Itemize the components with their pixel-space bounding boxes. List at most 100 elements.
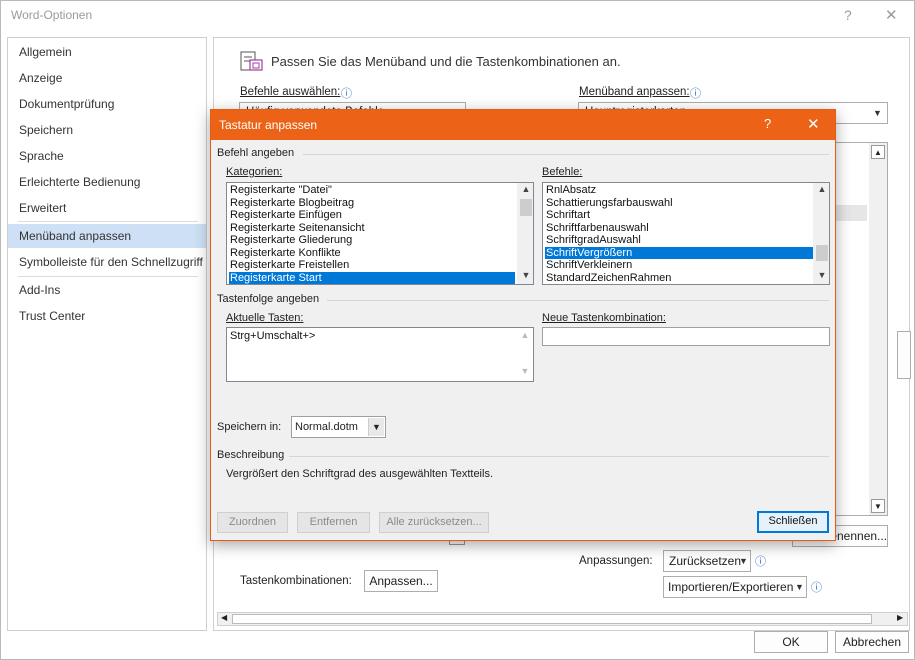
scroll-left-arrow[interactable]: ◀ (221, 613, 227, 622)
sidebar-item-menueband-anpassen[interactable]: Menüband anpassen (8, 224, 206, 248)
list-item[interactable]: SchriftVerkleinern (545, 259, 813, 272)
info-icon[interactable]: ⓘ (755, 553, 766, 569)
scroll-thumb[interactable] (816, 245, 828, 261)
scroll-right-arrow[interactable]: ▶ (897, 613, 903, 622)
save-in-dropdown[interactable]: Normal.dotm ▼ (291, 416, 386, 438)
save-in-label: Speichern in: (217, 421, 282, 433)
scroll-up-arrow[interactable]: ▲ (814, 184, 829, 194)
group-divider (327, 300, 829, 301)
list-item-selected[interactable]: Registerkarte Start (229, 271, 515, 284)
current-keys-label: Aktuelle Tasten: (226, 312, 304, 324)
list-item[interactable]: RnlAbsatz (545, 184, 813, 197)
reset-all-button[interactable]: Alle zurücksetzen... (379, 512, 489, 533)
list-item[interactable]: Strg+Umschalt+> (229, 330, 509, 343)
sidebar-divider (18, 276, 198, 277)
list-item[interactable]: Registerkarte Seitenansicht (229, 222, 515, 235)
categories-label: Kategorien: (226, 166, 283, 178)
list-item[interactable]: Schriftart (545, 209, 813, 222)
list-item[interactable]: Schriftfarbenauswahl (545, 222, 813, 235)
sidebar-item-speichern[interactable]: Speichern (8, 118, 206, 142)
info-icon[interactable]: ⓘ (811, 579, 822, 595)
reset-button-label: Zurücksetzen (669, 554, 742, 568)
customize-shortcuts-button[interactable]: Anpassen... (364, 570, 438, 592)
commands-label: Befehle: (542, 166, 583, 178)
scroll-down-arrow[interactable]: ▼ (517, 366, 533, 376)
list-item[interactable]: StandardZeichenRahmen (545, 272, 813, 285)
list-item[interactable]: Registerkarte Blogbeitrag (229, 197, 515, 210)
ok-button[interactable]: OK (754, 631, 828, 653)
reset-dropdown-button[interactable]: Zurücksetzen ▼ (663, 550, 751, 572)
close-button[interactable]: Schließen (757, 511, 829, 533)
ribbon-customize-label: Menüband anpassen: (579, 86, 690, 98)
move-buttons[interactable] (897, 331, 911, 379)
list-item[interactable]: Registerkarte Freistellen (229, 259, 515, 272)
import-export-label: Importieren/Exportieren (668, 580, 794, 594)
sidebar-item-add-ins[interactable]: Add-Ins (8, 278, 206, 302)
commands-scrollbar[interactable]: ▲ ▼ (813, 183, 829, 284)
close-icon[interactable]: ✕ (885, 6, 898, 24)
sidebar-item-sprache[interactable]: Sprache (8, 144, 206, 168)
assign-button[interactable]: Zuordnen (217, 512, 288, 533)
group-divider (303, 154, 829, 155)
group-keys-heading: Tastenfolge angeben (217, 293, 320, 305)
new-shortcut-label: Neue Tastenkombination: (542, 312, 666, 324)
scroll-thumb[interactable] (520, 199, 532, 216)
scroll-up-arrow[interactable]: ▲ (518, 184, 533, 194)
scroll-down-arrow[interactable]: ▼ (518, 270, 533, 280)
scroll-thumb[interactable] (232, 614, 872, 624)
cancel-button[interactable]: Abbrechen (835, 631, 909, 653)
close-icon[interactable]: ✕ (807, 115, 820, 133)
sidebar-item-allgemein[interactable]: Allgemein (8, 40, 206, 64)
description-text: Vergrößert den Schriftgrad des ausgewähl… (226, 468, 494, 480)
list-item[interactable]: Registerkarte Gliederung (229, 234, 515, 247)
sidebar-item-erleichterte-bedienung[interactable]: Erleichterte Bedienung (8, 170, 206, 194)
scroll-up-arrow[interactable]: ▲ (517, 330, 533, 340)
list-item-selected[interactable]: SchriftVergrößern (545, 246, 813, 259)
sidebar-item-erweitert[interactable]: Erweitert (8, 196, 206, 220)
save-in-value: Normal.dotm (295, 421, 358, 433)
remove-button[interactable]: Entfernen (297, 512, 370, 533)
sidebar-item-symbolleiste[interactable]: Symbolleiste für den Schnellzugriff (8, 250, 206, 274)
list-item[interactable]: Registerkarte Einfügen (229, 209, 515, 222)
info-icon[interactable]: ⓘ (690, 85, 701, 101)
scroll-down-arrow[interactable]: ▼ (871, 499, 885, 513)
dialog-title: Tastatur anpassen (219, 118, 318, 132)
commands-listbox[interactable]: RnlAbsatz Schattierungsfarbauswahl Schri… (542, 182, 830, 285)
help-icon[interactable]: ? (764, 116, 771, 131)
help-icon[interactable]: ? (844, 7, 852, 23)
group-command-heading: Befehl angeben (217, 147, 295, 159)
scroll-up-arrow[interactable]: ▲ (871, 145, 885, 159)
sidebar-item-anzeige[interactable]: Anzeige (8, 66, 206, 90)
commands-choose-label: Befehle auswählen: (240, 86, 341, 98)
list-item[interactable]: SchriftgradAuswahl (545, 234, 813, 247)
ribbon-tree-scrollbar[interactable]: ▲ ▼ (869, 143, 887, 515)
current-keys-listbox[interactable]: Strg+Umschalt+> ▲ ▼ (226, 327, 534, 382)
categories-scrollbar[interactable]: ▲ ▼ (517, 183, 533, 284)
list-item[interactable]: Schattierungsfarbauswahl (545, 197, 813, 210)
customize-keyboard-dialog: Tastatur anpassen ? ✕ Befehl angeben Kat… (210, 109, 836, 541)
scroll-down-arrow[interactable]: ▼ (814, 270, 829, 280)
group-description-heading: Beschreibung (217, 449, 285, 461)
info-icon[interactable]: ⓘ (341, 85, 352, 101)
import-export-button[interactable]: Importieren/Exportieren ▼ (663, 576, 807, 598)
window-title: Word-Optionen (11, 8, 93, 22)
chevron-down-icon: ▼ (795, 582, 804, 592)
dialog-title-bar[interactable]: Tastatur anpassen ? ✕ (211, 110, 835, 140)
options-sidebar: Allgemein Anzeige Dokumentprüfung Speich… (7, 37, 207, 631)
categories-listbox[interactable]: Registerkarte "Datei" Registerkarte Blog… (226, 182, 534, 285)
chevron-down-icon: ▼ (873, 108, 882, 118)
group-divider (289, 456, 829, 457)
current-keys-scrollbar[interactable]: ▲ ▼ (517, 328, 533, 381)
sidebar-divider (18, 221, 198, 222)
sidebar-item-trust-center[interactable]: Trust Center (8, 304, 206, 328)
shortcuts-label: Tastenkombinationen: (240, 575, 352, 587)
adjustments-label: Anpassungen: (579, 555, 653, 567)
page-title: Passen Sie das Menüband und die Tastenko… (271, 54, 621, 69)
list-item[interactable]: Registerkarte Konflikte (229, 247, 515, 260)
list-item[interactable]: Registerkarte "Datei" (229, 184, 515, 197)
horizontal-scrollbar[interactable]: ◀ ▶ (217, 612, 908, 626)
chevron-down-icon: ▼ (739, 556, 748, 566)
new-shortcut-input[interactable] (542, 327, 830, 346)
sidebar-item-dokumentpruefung[interactable]: Dokumentprüfung (8, 92, 206, 116)
chevron-down-icon[interactable]: ▼ (368, 418, 384, 436)
